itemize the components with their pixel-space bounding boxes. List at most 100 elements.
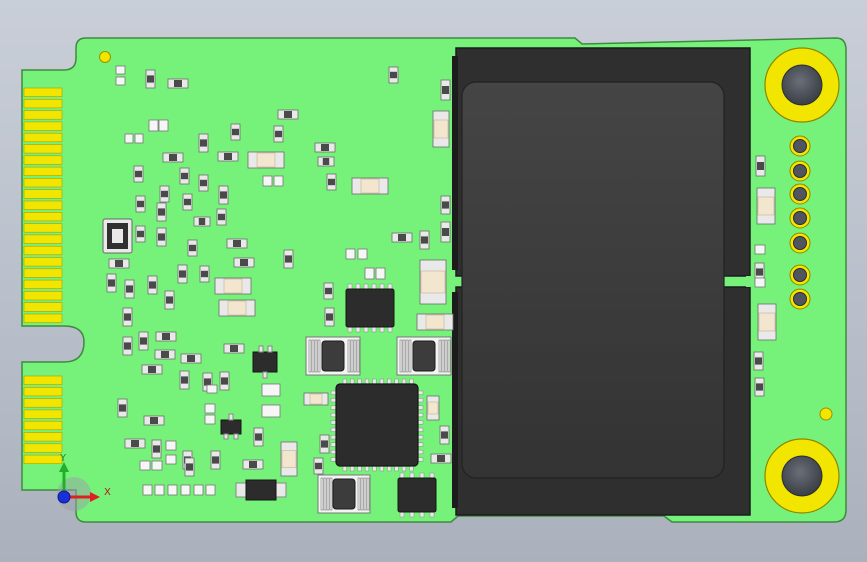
smd-component <box>753 351 764 371</box>
solder-pad <box>115 65 126 75</box>
capacitor <box>757 303 777 341</box>
capacitor <box>218 299 256 317</box>
gold-finger <box>23 223 63 233</box>
capacitor <box>351 177 389 195</box>
gold-finger <box>23 87 63 97</box>
smd-component <box>242 459 264 470</box>
gold-finger <box>23 234 63 244</box>
solder-pad <box>206 384 218 394</box>
solder-pad <box>261 404 281 418</box>
gold-finger <box>23 291 63 301</box>
smd-component <box>133 165 144 183</box>
smd-component <box>164 290 175 310</box>
gold-finger <box>23 398 63 408</box>
smd-component <box>156 202 167 222</box>
solder-pad <box>139 460 151 471</box>
smd-component <box>117 398 128 418</box>
smd-component <box>317 156 335 167</box>
smd-component <box>135 225 146 243</box>
capacitor <box>419 259 447 305</box>
smd-component <box>226 238 248 249</box>
solder-pad <box>154 484 165 496</box>
smd-component <box>391 232 413 243</box>
gold-finger <box>23 443 63 453</box>
gold-finger <box>23 212 63 222</box>
smd-component <box>184 457 195 477</box>
smd-component <box>233 257 255 268</box>
smd-component <box>159 185 170 203</box>
gold-finger <box>23 432 63 442</box>
capacitor <box>247 151 285 169</box>
edge-connector-upper <box>23 87 63 323</box>
solder-pad <box>134 133 144 144</box>
capacitor <box>756 187 776 225</box>
gold-finger <box>23 257 63 267</box>
crystal-oscillator <box>102 218 133 254</box>
smd-component <box>319 434 330 454</box>
solder-pad <box>205 484 216 496</box>
solder-pad <box>357 248 368 260</box>
smd-component <box>324 307 335 327</box>
smd-component <box>193 216 211 227</box>
smd-component <box>162 152 184 163</box>
gold-finger <box>23 409 63 419</box>
smd-component <box>135 195 146 213</box>
smd-component <box>180 353 202 364</box>
gold-finger <box>23 375 63 385</box>
smd-component <box>440 221 451 243</box>
smd-component <box>755 155 766 177</box>
pcb-render: X Y <box>21 37 847 523</box>
smd-component <box>230 123 241 141</box>
smd-component <box>199 265 210 283</box>
inductor <box>396 336 452 376</box>
smd-component <box>419 230 430 250</box>
solder-pad <box>165 440 177 451</box>
smd-component <box>210 450 221 470</box>
solder-pad <box>167 484 178 496</box>
solder-pad <box>754 244 766 255</box>
capacitor <box>432 110 450 148</box>
gold-finger <box>23 155 63 165</box>
smd-component <box>151 439 162 459</box>
smd-component <box>273 125 284 143</box>
gold-finger <box>23 189 63 199</box>
solder-pad <box>180 484 191 496</box>
gold-finger <box>23 420 63 431</box>
solder-pad <box>345 248 356 260</box>
solder-pad <box>261 383 281 397</box>
capacitor <box>214 277 252 295</box>
solder-pad <box>151 460 163 471</box>
solder-pad <box>754 277 766 288</box>
smd-component <box>440 79 451 101</box>
gold-finger <box>23 200 63 210</box>
pcb-cad-view: X Y <box>0 0 867 562</box>
capacitor <box>303 392 329 406</box>
smd-component <box>108 258 130 269</box>
gold-finger <box>23 386 63 397</box>
y-axis-label: Y <box>59 453 67 464</box>
solder-pad <box>142 484 153 496</box>
gold-finger <box>23 313 63 323</box>
gold-finger <box>23 121 63 131</box>
gold-finger <box>23 268 63 278</box>
gold-finger <box>23 144 63 154</box>
smd-component <box>314 142 336 153</box>
solder-pad <box>204 414 216 425</box>
solder-pad <box>375 267 386 280</box>
inductor <box>317 474 371 514</box>
solder-pad <box>204 403 216 414</box>
smd-component <box>216 208 227 226</box>
smd-component <box>219 371 230 391</box>
solder-pad <box>165 454 177 465</box>
smd-component <box>124 438 146 449</box>
smd-component <box>323 282 334 300</box>
smd-component <box>156 227 167 247</box>
smd-component <box>198 133 209 153</box>
gold-finger <box>23 110 63 120</box>
smd-component <box>124 279 135 299</box>
smd-component <box>439 425 450 445</box>
nand-flash-package <box>452 47 752 516</box>
capacitor <box>416 313 454 331</box>
smd-component <box>187 239 198 257</box>
smd-component <box>217 151 239 162</box>
